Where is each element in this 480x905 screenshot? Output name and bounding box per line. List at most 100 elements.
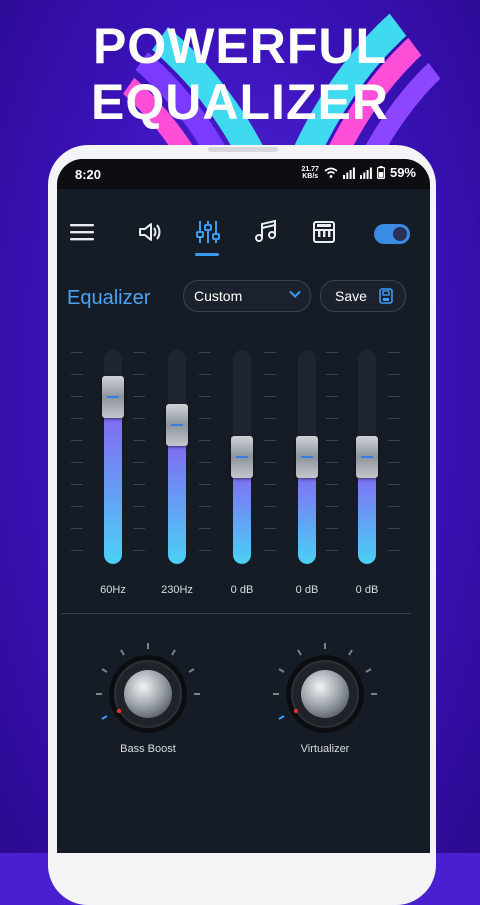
band-slider-thumb[interactable] xyxy=(356,436,378,478)
slider-scale-ticks xyxy=(326,344,340,574)
scale-tick xyxy=(199,528,211,529)
scale-tick xyxy=(264,440,276,441)
band-label: 0 dB xyxy=(230,584,254,596)
signal-icon xyxy=(359,167,372,179)
slider-scale-ticks xyxy=(264,344,278,574)
piano-icon[interactable] xyxy=(311,219,337,245)
scale-tick xyxy=(133,484,145,485)
scale-tick xyxy=(133,462,145,463)
scale-tick xyxy=(264,550,276,551)
scale-tick xyxy=(133,506,145,507)
slider-scale-ticks xyxy=(199,344,213,574)
slider-scale-ticks xyxy=(71,344,85,574)
virtualizer-knob[interactable] xyxy=(270,639,380,749)
promo-headline: POWERFUL EQUALIZER xyxy=(0,18,480,130)
scale-tick xyxy=(264,396,276,397)
scale-tick xyxy=(388,462,400,463)
band-label: 230Hz xyxy=(161,584,193,596)
scale-tick xyxy=(71,440,83,441)
scale-tick xyxy=(264,528,276,529)
band-slider-thumb[interactable] xyxy=(102,376,124,418)
status-time: 8:20 xyxy=(75,167,102,182)
battery-icon xyxy=(376,166,385,179)
band-label: 60Hz xyxy=(100,584,126,596)
scale-tick xyxy=(71,550,83,551)
scale-tick xyxy=(388,418,400,419)
scale-tick xyxy=(71,506,83,507)
scale-tick xyxy=(199,352,211,353)
equalizer-enable-toggle[interactable] xyxy=(374,224,410,244)
headline-line-1: POWERFUL xyxy=(92,18,388,74)
scale-tick xyxy=(71,462,83,463)
battery-level: 59% xyxy=(389,165,416,180)
scale-tick xyxy=(133,528,145,529)
scale-tick xyxy=(199,396,211,397)
band-slider-thumb[interactable] xyxy=(166,404,188,446)
scale-tick xyxy=(388,352,400,353)
save-icon xyxy=(379,288,393,304)
scale-tick xyxy=(326,352,338,353)
scale-tick xyxy=(326,528,338,529)
scale-tick xyxy=(199,550,211,551)
equalizer-title: Equalizer xyxy=(67,287,151,309)
section-divider xyxy=(62,613,411,614)
scale-tick xyxy=(264,462,276,463)
menu-icon[interactable] xyxy=(69,219,95,245)
scale-tick xyxy=(133,418,145,419)
headline-line-2: EQUALIZER xyxy=(91,74,389,130)
scale-tick xyxy=(199,418,211,419)
equalizer-icon[interactable] xyxy=(195,219,221,245)
scale-tick xyxy=(264,484,276,485)
save-label: Save xyxy=(335,288,367,304)
scale-tick xyxy=(388,528,400,529)
net-speed-unit: KB/s xyxy=(302,172,319,180)
scale-tick xyxy=(133,396,145,397)
save-preset-button[interactable]: Save xyxy=(320,280,406,312)
scale-tick xyxy=(133,550,145,551)
active-tab-indicator xyxy=(195,253,219,256)
scale-tick xyxy=(326,396,338,397)
net-speed-value: 21.77 xyxy=(301,165,319,173)
scale-tick xyxy=(388,396,400,397)
scale-tick xyxy=(71,528,83,529)
scale-tick xyxy=(71,352,83,353)
bass-boost-label: Bass Boost xyxy=(120,743,176,755)
band-slider-fill xyxy=(104,397,122,564)
preset-dropdown[interactable]: Custom xyxy=(183,280,311,312)
scale-tick xyxy=(326,484,338,485)
band-label: 0 dB xyxy=(295,584,319,596)
scale-tick xyxy=(388,440,400,441)
scale-tick xyxy=(199,484,211,485)
volume-icon[interactable] xyxy=(137,219,163,245)
scale-tick xyxy=(199,440,211,441)
wifi-icon xyxy=(324,167,338,178)
chevron-down-icon xyxy=(289,290,301,298)
scale-tick xyxy=(133,440,145,441)
slider-scale-ticks xyxy=(133,344,147,574)
band-slider-track[interactable] xyxy=(168,350,186,564)
music-note-icon[interactable] xyxy=(253,219,279,245)
scale-tick xyxy=(326,418,338,419)
equalizer-bands: 60Hz 230Hz 0 dB 0 dB 0 dB xyxy=(57,344,430,604)
app-screen: 8:20 21.77 KB/s 59% Equalizer Custom Sav… xyxy=(57,159,430,853)
scale-tick xyxy=(326,550,338,551)
band-slider-thumb[interactable] xyxy=(231,436,253,478)
scale-tick xyxy=(71,418,83,419)
signal-icon xyxy=(342,167,355,179)
scale-tick xyxy=(388,550,400,551)
scale-tick xyxy=(199,506,211,507)
scale-tick xyxy=(388,374,400,375)
scale-tick xyxy=(199,374,211,375)
scale-tick xyxy=(388,484,400,485)
scale-tick xyxy=(71,484,83,485)
scale-tick xyxy=(388,506,400,507)
scale-tick xyxy=(264,418,276,419)
scale-tick xyxy=(264,374,276,375)
band-label: 0 dB xyxy=(355,584,379,596)
status-bar: 8:20 21.77 KB/s 59% xyxy=(57,159,430,189)
bass-boost-knob[interactable] xyxy=(93,639,203,749)
slider-scale-ticks xyxy=(388,344,402,574)
preset-value: Custom xyxy=(194,288,243,304)
scale-tick xyxy=(199,462,211,463)
band-slider-thumb[interactable] xyxy=(296,436,318,478)
